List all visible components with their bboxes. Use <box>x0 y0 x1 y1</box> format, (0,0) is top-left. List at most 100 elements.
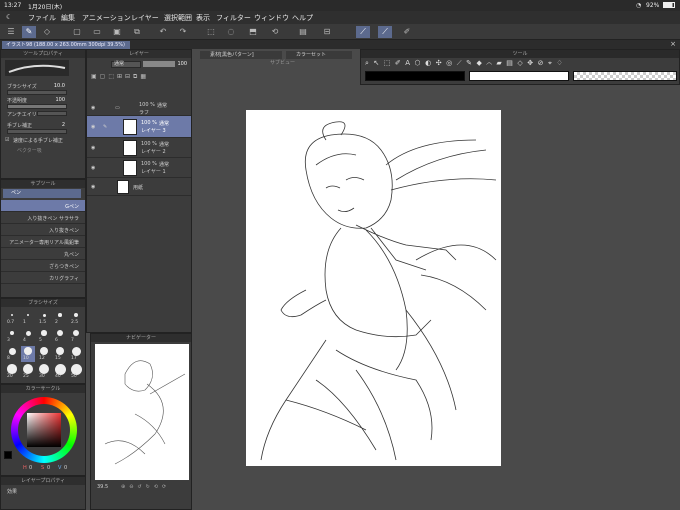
copy-icon[interactable]: ⧉ <box>130 26 144 38</box>
brush-size-cell[interactable]: 20 <box>5 364 19 380</box>
subtool-item[interactable]: ざらつきペン <box>1 260 85 272</box>
brush-size-cell[interactable]: 3 <box>5 328 19 344</box>
value-value[interactable]: 0 <box>64 465 67 471</box>
eye-icon[interactable]: ◉ <box>91 184 95 190</box>
drawing-canvas[interactable] <box>246 110 501 466</box>
pen-tool-icon[interactable]: ✎ <box>22 26 36 38</box>
eraser-icon[interactable]: ◇ <box>40 26 54 38</box>
menu-filter[interactable]: フィルター <box>216 13 251 23</box>
brush-size-cell[interactable]: 10 <box>21 346 35 362</box>
brush-size-cell[interactable]: 15 <box>53 346 67 362</box>
ruler-icon[interactable]: ⟋ <box>378 26 392 38</box>
tool-palette: ツール ⌕↖⬚✐A⬡◐✣◎⟋✎◆⌒▰▤◇✥⊘⌖♢ <box>360 49 680 85</box>
saturation-value[interactable]: 0 <box>47 465 50 471</box>
brush-size-value[interactable]: 10.0 <box>54 83 65 89</box>
eye-icon[interactable]: ◉ <box>91 105 95 111</box>
antialias-selector[interactable] <box>37 111 67 116</box>
menu-animation[interactable]: アニメーション <box>82 13 131 23</box>
layer-toolbar[interactable]: ▣▢⬚⊞⊟⧉▦ <box>91 73 189 82</box>
snap-icon[interactable]: ⟋ <box>356 26 370 38</box>
menu-layer[interactable]: レイヤー <box>131 13 159 23</box>
fill-icon[interactable]: ▤ <box>296 26 310 38</box>
menu-edit[interactable]: 編集 <box>61 13 75 23</box>
material-tab[interactable]: 素材[黒色パターン] <box>200 51 282 59</box>
save-icon[interactable]: ▣ <box>110 26 124 38</box>
zoom-value[interactable]: 39.5 <box>97 484 108 490</box>
rotate-icon[interactable]: ⟲ <box>268 26 282 38</box>
brush-size-cell[interactable]: 12 <box>37 346 51 362</box>
brush-size-cell[interactable]: 5 <box>37 328 51 344</box>
brush-size-cell[interactable]: 30 <box>37 363 51 380</box>
opacity-value[interactable]: 100 <box>55 97 65 103</box>
eye-icon[interactable]: ◉ <box>91 124 95 130</box>
layer-row[interactable]: ◉ 100 % 通常 レイヤー 1 <box>87 158 191 178</box>
hue-value[interactable]: 0 <box>29 465 32 471</box>
subtool-item[interactable]: アニメーター専用リアル風鉛筆 <box>1 236 85 248</box>
transparent-color-bar[interactable] <box>573 71 677 81</box>
transform-icon[interactable]: ⬒ <box>246 26 260 38</box>
main-color-bar[interactable] <box>365 71 465 81</box>
brush-size-cell[interactable]: 50 <box>69 363 83 380</box>
hamburger-icon[interactable]: ☰ <box>4 26 18 38</box>
layer-folder-row[interactable]: ◉ ▭ 100 % 通常 ラフ <box>87 100 191 116</box>
subtool-item[interactable]: カリグラフィ <box>1 272 85 284</box>
document-tab[interactable]: イラスト98 (188.00 x 263.00mm 300dpi 39.5%) <box>2 41 130 49</box>
brush-size-cell[interactable]: 7 <box>69 328 83 344</box>
brush-size-cell[interactable]: 1.5 <box>37 310 51 326</box>
brush-size-cell[interactable]: 2.5 <box>69 310 83 326</box>
navigator-controls[interactable]: ⊕⊖↺↻⟲⟳ <box>121 484 170 490</box>
menu-help[interactable]: ヘルプ <box>292 13 313 23</box>
brush-size-cell[interactable]: 4 <box>21 328 35 344</box>
close-icon[interactable]: × <box>670 40 676 48</box>
brush-size-cell[interactable]: 1 <box>21 310 35 326</box>
subtool-group-header[interactable]: ペン <box>3 189 81 198</box>
undo-icon[interactable]: ↶ <box>156 26 170 38</box>
subview-tab[interactable]: サブビュー <box>200 60 360 67</box>
checkbox-icon[interactable]: ☑ <box>5 137 9 143</box>
saturation-square[interactable] <box>27 413 61 447</box>
brush-size-slider[interactable] <box>7 90 67 95</box>
brush-size-cell[interactable]: 0.7 <box>5 310 19 326</box>
layer-opacity-slider[interactable] <box>143 61 175 67</box>
app-icon[interactable]: ☾ <box>6 13 12 21</box>
new-icon[interactable]: ▢ <box>70 26 84 38</box>
menu-view[interactable]: 表示 <box>196 13 210 23</box>
brush-size-cell[interactable]: 8 <box>5 346 19 362</box>
menu-selection[interactable]: 選択範囲 <box>164 13 192 23</box>
blend-mode-select[interactable]: 通常 <box>111 61 141 68</box>
brush-dot <box>57 330 63 336</box>
menu-file[interactable]: ファイル <box>28 13 56 23</box>
colorset-tab[interactable]: カラーセット <box>286 51 352 59</box>
select-icon[interactable]: ⬚ <box>204 26 218 38</box>
subtool-item[interactable]: 入り抜きペン <box>1 224 85 236</box>
redo-icon[interactable]: ↷ <box>176 26 190 38</box>
paper-layer-row[interactable]: ◉ 用紙 <box>87 178 191 196</box>
layer-row-selected[interactable]: ◉ ✎ 100 % 通常 レイヤー 3 <box>87 116 191 138</box>
brush-size-cell[interactable]: 6 <box>53 328 67 344</box>
layer-row[interactable]: ◉ 100 % 通常 レイヤー 2 <box>87 138 191 158</box>
eye-icon[interactable]: ◉ <box>91 165 95 171</box>
brush-size-cell[interactable]: 40 <box>53 363 67 380</box>
layer-opacity-value[interactable]: 100 <box>177 61 187 67</box>
pen-pressure-icon[interactable]: ✐ <box>400 26 414 38</box>
panel-title: レイヤープロパティ <box>1 477 85 485</box>
brush-size-label: 25 <box>23 374 29 379</box>
deselect-icon[interactable]: ⊟ <box>320 26 334 38</box>
stabilization-value[interactable]: 2 <box>62 122 65 128</box>
lasso-icon[interactable]: ◌ <box>224 26 238 38</box>
subtool-item[interactable]: 丸ペン <box>1 248 85 260</box>
main-color-swatch[interactable] <box>4 451 12 459</box>
eye-icon[interactable]: ◉ <box>91 145 95 151</box>
open-icon[interactable]: ▭ <box>90 26 104 38</box>
tool-icons-row[interactable]: ⌕↖⬚✐A⬡◐✣◎⟋✎◆⌒▰▤◇✥⊘⌖♢ <box>365 59 677 68</box>
subtool-item[interactable]: 入り抜きペン サラサラ <box>1 212 85 224</box>
opacity-slider[interactable] <box>7 104 67 109</box>
brush-size-cell[interactable]: 25 <box>21 364 35 380</box>
brush-size-cell[interactable]: 17 <box>69 346 83 362</box>
sub-color-bar[interactable] <box>469 71 569 81</box>
subtool-item[interactable]: Gペン <box>1 200 85 212</box>
menu-window[interactable]: ウィンドウ <box>254 13 289 23</box>
navigator-preview[interactable] <box>95 344 189 480</box>
stabilization-slider[interactable] <box>7 129 67 134</box>
brush-size-cell[interactable]: 2 <box>53 310 67 326</box>
